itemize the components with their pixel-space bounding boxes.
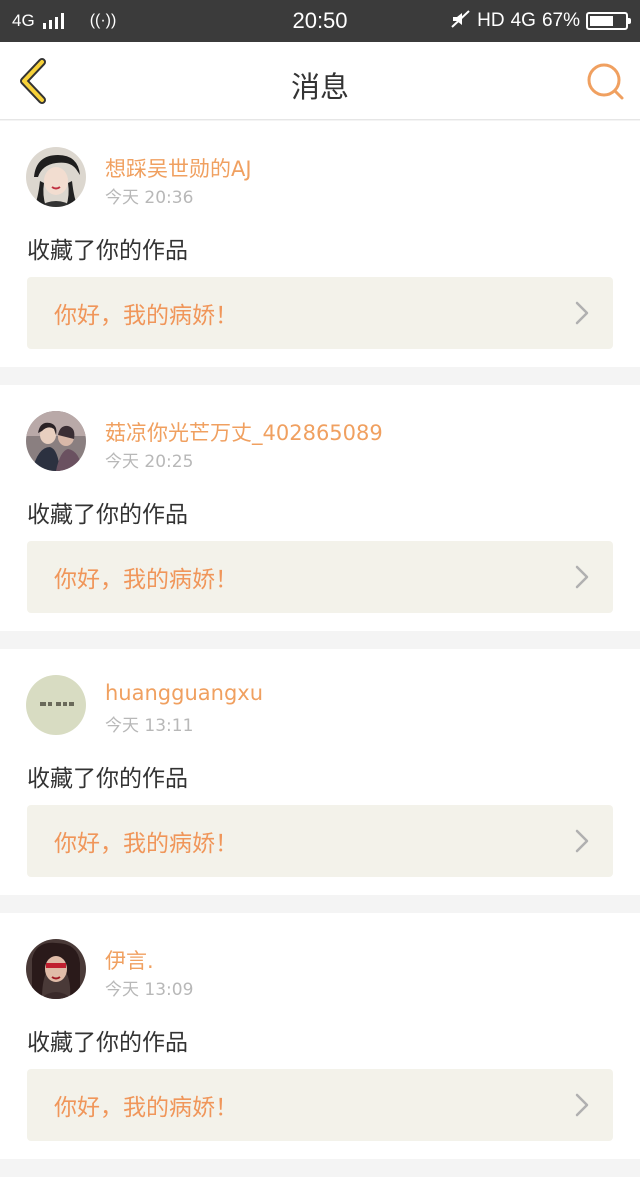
chevron-right-icon: [575, 565, 589, 589]
battery-icon: [586, 12, 631, 30]
avatar[interactable]: [26, 411, 86, 471]
username[interactable]: 伊言.: [105, 945, 154, 975]
message-time: 今天 13:09: [105, 980, 194, 1000]
message-item: huangguangxu 今天 13:11 收藏了你的作品 你好，我的病娇！: [0, 649, 640, 895]
action-text: 收藏了你的作品: [27, 766, 188, 792]
message-time: 今天 20:25: [105, 452, 194, 472]
page-title: 消息: [290, 70, 349, 104]
work-title: 你好，我的病娇！: [54, 303, 238, 329]
chevron-right-icon: [575, 301, 589, 325]
status-bar: 4G ((·)) 20:50 HD 4G 67%: [0, 0, 640, 42]
network-type-2: 4G: [510, 10, 536, 31]
status-right: HD 4G 67%: [451, 9, 631, 33]
signal-icon: [42, 13, 64, 29]
avatar[interactable]: [26, 939, 86, 999]
nav-bar: 消息: [0, 42, 640, 120]
message-time: 今天 13:11: [105, 716, 194, 736]
search-button[interactable]: [584, 60, 626, 102]
username[interactable]: huangguangxu: [105, 681, 263, 705]
work-title: 你好，我的病娇！: [54, 1095, 238, 1121]
message-list: 想踩吴世勋的AJ 今天 20:36 收藏了你的作品 你好，我的病娇！ 菇凉你光芒…: [0, 121, 640, 1177]
username[interactable]: 菇凉你光芒万丈_402865089: [105, 417, 383, 447]
work-link[interactable]: 你好，我的病娇！: [27, 1069, 613, 1141]
battery-percent: 67%: [541, 10, 580, 31]
username[interactable]: 想踩吴世勋的AJ: [105, 153, 252, 183]
chevron-right-icon: [575, 829, 589, 853]
back-chevron-icon: [20, 58, 46, 104]
status-left: 4G ((·)): [12, 11, 232, 31]
action-text: 收藏了你的作品: [27, 1030, 188, 1056]
message-item: 想踩吴世勋的AJ 今天 20:36 收藏了你的作品 你好，我的病娇！: [0, 121, 640, 367]
hotspot-icon: ((·)): [89, 12, 117, 29]
avatar[interactable]: [26, 147, 86, 207]
chevron-right-icon: [575, 1093, 589, 1117]
message-item: 菇凉你光芒万丈_402865089 今天 20:25 收藏了你的作品 你好，我的…: [0, 385, 640, 631]
action-text: 收藏了你的作品: [27, 502, 188, 528]
message-time: 今天 20:36: [105, 188, 194, 208]
work-link[interactable]: 你好，我的病娇！: [27, 277, 613, 349]
work-title: 你好，我的病娇！: [54, 567, 238, 593]
work-link[interactable]: 你好，我的病娇！: [27, 805, 613, 877]
avatar[interactable]: [26, 675, 86, 735]
mute-icon: [451, 9, 471, 33]
hd-label: HD: [477, 10, 505, 31]
network-type: 4G: [12, 11, 35, 30]
action-text: 收藏了你的作品: [27, 238, 188, 264]
search-icon: [587, 63, 624, 100]
work-link[interactable]: 你好，我的病娇！: [27, 541, 613, 613]
back-button[interactable]: [14, 56, 54, 106]
message-item: 伊言. 今天 13:09 收藏了你的作品 你好，我的病娇！: [0, 913, 640, 1159]
work-title: 你好，我的病娇！: [54, 831, 238, 857]
